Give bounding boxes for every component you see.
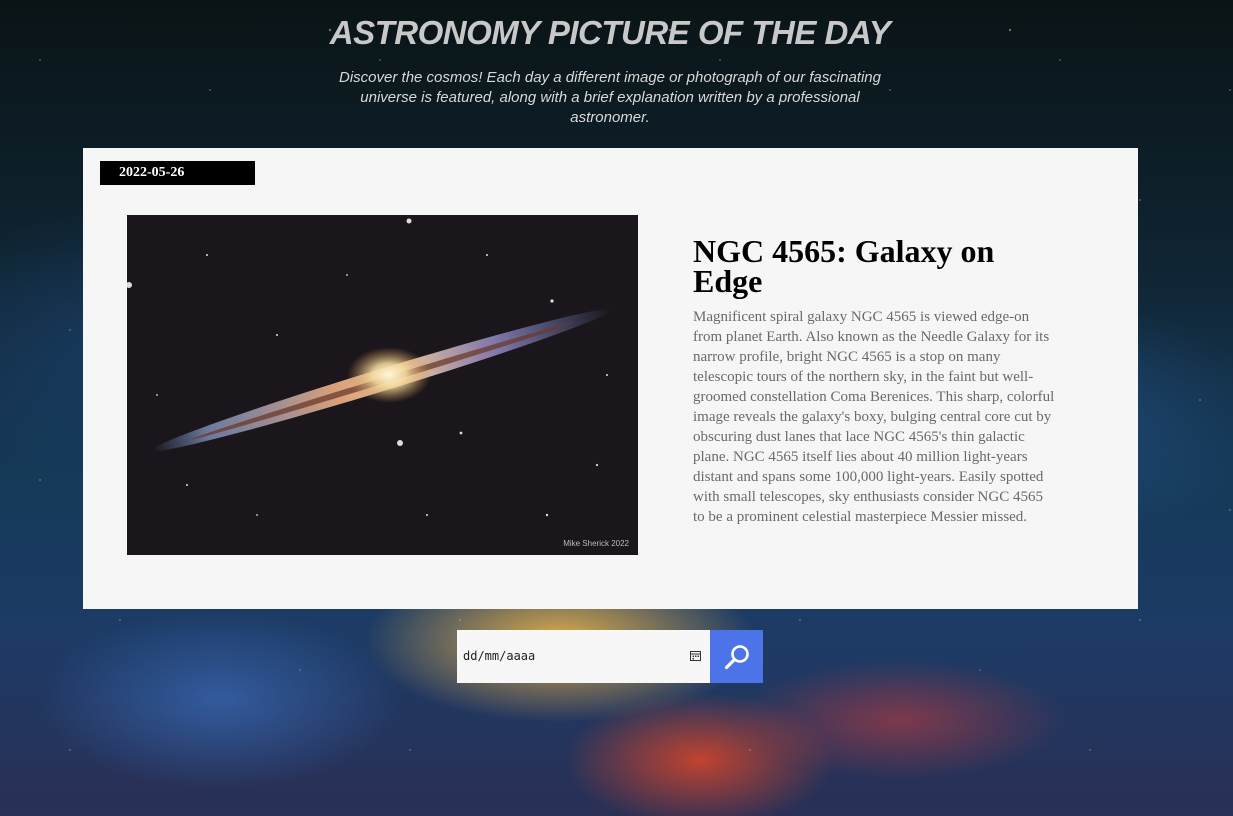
date-search-form: dd/mm/aaaa (457, 630, 763, 683)
date-input[interactable]: dd/mm/aaaa (457, 630, 710, 683)
apod-title: NGC 4565: Galaxy on Edge (693, 233, 995, 299)
search-icon (724, 644, 749, 669)
apod-card: 2022-05-26 Mike Sherick 2022 NGC 4565: G… (83, 148, 1138, 609)
apod-image: Mike Sherick 2022 (127, 215, 638, 555)
date-badge: 2022-05-26 (100, 161, 255, 185)
image-credit: Mike Sherick 2022 (563, 539, 629, 548)
date-input-placeholder: dd/mm/aaaa (463, 649, 536, 663)
galaxy-illustration (127, 215, 638, 555)
search-button[interactable] (710, 630, 763, 683)
page-title: ASTRONOMY PICTURE OF THE DAY (329, 14, 891, 51)
calendar-icon[interactable] (690, 650, 701, 661)
apod-explanation: Magnificent spiral galaxy NGC 4565 is vi… (693, 309, 1055, 525)
page-subtitle: Discover the cosmos! Each day a differen… (339, 69, 881, 126)
